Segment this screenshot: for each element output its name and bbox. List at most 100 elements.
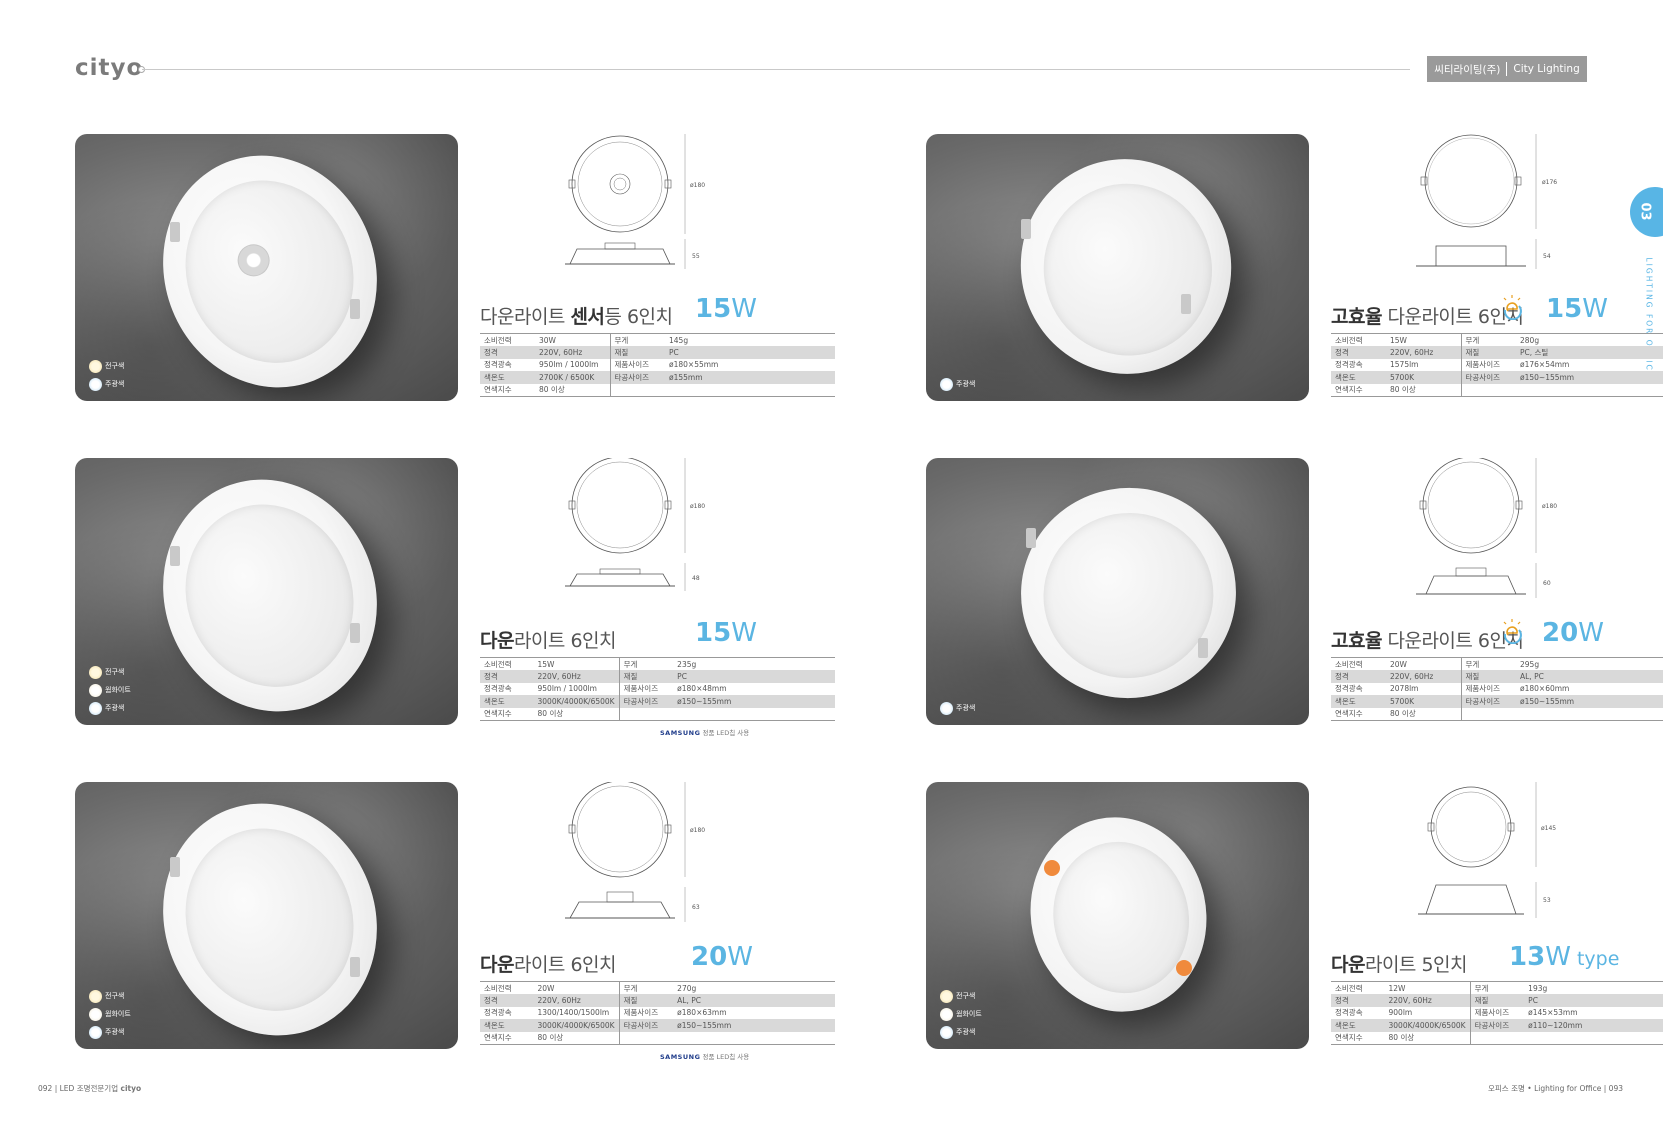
- technical-drawing: ø176 54: [1416, 134, 1557, 269]
- product-card: 전구색 웜화이트 주광색 ø180 63 다운라이트 6인치 20W 소비전력 2…: [75, 782, 835, 1061]
- downlight-image: [1012, 800, 1225, 1029]
- color-label: 웜화이트: [956, 1010, 982, 1018]
- color-label: 주광색: [105, 704, 125, 712]
- page-number-left: 092: [38, 1084, 53, 1093]
- spec-table: 소비전력 12W 무게 193g 정격 220V, 60Hz 재질 PC 정격광속 900lm…: [1331, 981, 1663, 1045]
- footer-right: 오피스 조명 • Lighting for Office | 093: [1488, 1084, 1623, 1093]
- spec-table: 소비전력 15W 무게 280g 정격 220V, 60Hz 재질 PC, 스틸 정격광속 1…: [1331, 333, 1663, 397]
- product-card: 전구색 웜화이트 주광색 ø180 48 다운라이트 6인치 15W 소비전력 1…: [75, 458, 835, 737]
- technical-drawing: ø180 48: [565, 458, 705, 591]
- company-badge: 씨티라이팅(주) City Lighting: [1427, 56, 1587, 82]
- footer-section: 오피스 조명 • Lighting for Office: [1488, 1084, 1602, 1093]
- dimension-diameter: ø180: [690, 503, 705, 510]
- footer-brand: cityo: [120, 1084, 142, 1093]
- product-title: 고효율 다운라이트 6인치: [1331, 630, 1524, 652]
- eco-efficiency-icon: [1503, 295, 1522, 320]
- warm-white-color-swatch: [89, 683, 102, 697]
- dimension-diameter: ø145: [1541, 825, 1556, 832]
- color-label: 주광색: [956, 704, 976, 712]
- warm-white-color-swatch: [89, 1007, 102, 1021]
- product-photo: 주광색: [926, 458, 1309, 725]
- daylight-color-swatch: [89, 1025, 102, 1039]
- company-name-ko: 씨티라이팅(주): [1434, 63, 1501, 76]
- wattage: 20W: [1542, 618, 1604, 648]
- product-photo: 전구색 웜화이트 주광색: [75, 458, 458, 725]
- technical-drawing: ø180 55: [565, 134, 705, 269]
- product-card: 전구색 웜화이트 주광색 ø145 53 다운라이트 5인치 13W type …: [926, 782, 1663, 1052]
- color-options: 전구색 주광색: [89, 359, 124, 391]
- wattage: 20W: [691, 942, 753, 972]
- daylight-color-swatch: [89, 701, 102, 715]
- color-label: 주광색: [105, 380, 125, 388]
- product-title: 다운라이트 6인치: [480, 630, 617, 652]
- color-options: 전구색 웜화이트 주광색: [89, 665, 131, 715]
- color-options: 전구색 웜화이트 주광색: [89, 989, 131, 1039]
- product-title: 다운라이트 센서등 6인치: [480, 306, 673, 328]
- daylight-color-swatch: [89, 377, 102, 391]
- spec-table: 소비전력 30W 무게 145g 정격 220V, 60Hz 재질 PC 정격광속 950lm…: [480, 333, 835, 397]
- warm-color-swatch: [89, 665, 102, 679]
- footer-left: 092 | LED 조명전문기업 cityo: [38, 1084, 142, 1093]
- wattage: 15W: [695, 618, 757, 648]
- dimension-diameter: ø176: [1542, 179, 1557, 186]
- brand-logo: cityo: [75, 55, 144, 81]
- wattage: 15W: [1546, 294, 1608, 324]
- spec-table: 소비전력 15W 무게 235g 정격 220V, 60Hz 재질 PC 정격광속 950lm…: [480, 657, 835, 721]
- samsung-chip-note: SAMSUNG 정품 LED칩 사용: [660, 729, 750, 737]
- wattage: 13W type: [1509, 942, 1620, 972]
- color-label: 주광색: [956, 380, 976, 388]
- technical-drawing: ø145 53: [1418, 782, 1556, 918]
- product-photo: 주광색: [926, 134, 1309, 401]
- daylight-color-swatch: [940, 377, 953, 391]
- product-card: 주광색 ø176 54 고효율 다운라이트 6인치 15W 소비전력 15W 무게 2…: [926, 134, 1663, 404]
- header-divider: [142, 69, 1410, 70]
- technical-drawing: ø180 60: [1416, 458, 1557, 598]
- dimension-height: 54: [1543, 253, 1551, 260]
- product-card: 전구색 주광색 ø180 55 다운라이트 센서등 6인치 15W 소비전력 30…: [75, 134, 835, 404]
- daylight-color-swatch: [940, 701, 953, 715]
- technical-drawing: ø180 63: [565, 782, 705, 922]
- downlight-image: [128, 782, 412, 1049]
- product-photo: 전구색 웜화이트 주광색: [75, 782, 458, 1049]
- spec-table: 소비전력 20W 무게 270g 정격 220V, 60Hz 재질 AL, PC 정격광속 1…: [480, 981, 835, 1045]
- color-options: 전구색 웜화이트 주광색: [940, 989, 982, 1039]
- eco-efficiency-icon: [1503, 619, 1522, 644]
- dimension-diameter: ø180: [690, 827, 705, 834]
- company-name-en: City Lighting: [1513, 63, 1580, 75]
- color-label: 전구색: [105, 362, 125, 370]
- footer-tagline: LED 조명전문기업: [59, 1084, 119, 1093]
- badge-separator: [1506, 62, 1508, 76]
- product-photo: 전구색 웜화이트 주광색: [926, 782, 1309, 1049]
- dimension-height: 63: [692, 904, 700, 911]
- downlight-image: [128, 134, 412, 401]
- color-label: 웜화이트: [105, 686, 131, 694]
- warm-color-swatch: [89, 989, 102, 1003]
- product-card: 주광색 ø180 60 고효율 다운라이트 6인치 20W 소비전력 20W 무게 2…: [926, 458, 1663, 728]
- color-label: 전구색: [105, 992, 125, 1000]
- color-label: 웜화이트: [105, 1010, 131, 1018]
- product-title: 다운라이트 6인치: [480, 954, 617, 976]
- samsung-chip-note: SAMSUNG 정품 LED칩 사용: [660, 1053, 750, 1061]
- dimension-height: 55: [692, 253, 700, 260]
- dimension-diameter: ø180: [690, 182, 705, 189]
- color-label: 주광색: [956, 1028, 976, 1036]
- color-options: 주광색: [940, 377, 975, 391]
- dimension-height: 60: [1543, 580, 1551, 587]
- color-label: 주광색: [105, 1028, 125, 1036]
- product-photo: 전구색 주광색: [75, 134, 458, 401]
- page-number-right: 093: [1608, 1084, 1623, 1093]
- wattage: 15W: [695, 294, 757, 324]
- dimension-height: 48: [692, 575, 700, 582]
- spec-table: 소비전력 20W 무게 295g 정격 220V, 60Hz 재질 AL, PC 정격광속 2…: [1331, 657, 1663, 721]
- dimension-diameter: ø180: [1542, 503, 1557, 510]
- downlight-image: [996, 135, 1256, 398]
- daylight-color-swatch: [940, 1025, 953, 1039]
- product-title: 고효율 다운라이트 6인치: [1331, 306, 1524, 328]
- color-options: 주광색: [940, 701, 975, 715]
- color-label: 전구색: [956, 992, 976, 1000]
- product-title: 다운라이트 5인치: [1331, 954, 1468, 976]
- warm-color-swatch: [89, 359, 102, 373]
- dimension-height: 53: [1543, 897, 1551, 904]
- color-label: 전구색: [105, 668, 125, 676]
- downlight-image: [1004, 470, 1253, 716]
